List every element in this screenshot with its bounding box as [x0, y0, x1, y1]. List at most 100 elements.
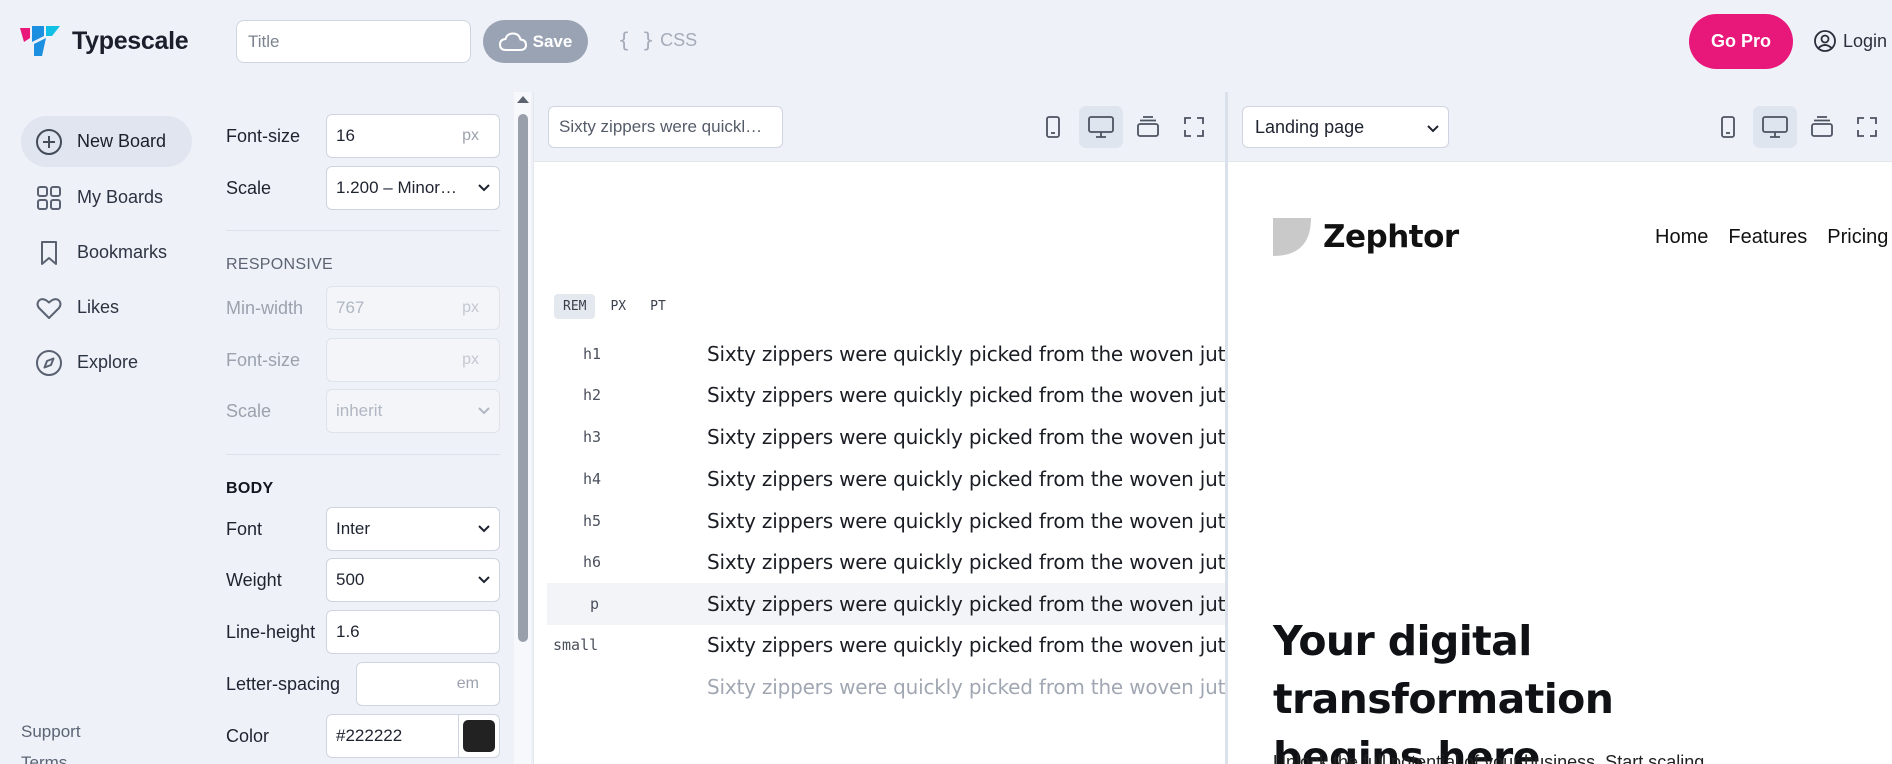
font-label: Font	[226, 518, 263, 539]
table-row[interactable]: h3 Sixty zippers were quickly picked fro…	[547, 416, 1225, 458]
login-button[interactable]: Login	[1813, 29, 1887, 53]
nav-explore[interactable]: Explore	[21, 337, 192, 388]
divider	[458, 715, 459, 757]
sample-text-input[interactable]: Sixty zippers were quickl…	[548, 106, 783, 148]
save-button[interactable]: Save	[483, 20, 588, 63]
tab-pt[interactable]: PT	[641, 294, 675, 319]
scrollbar-thumb[interactable]	[518, 114, 528, 642]
resp-font-size-label: Font-size	[226, 349, 301, 370]
site-nav-features[interactable]: Features	[1728, 226, 1807, 249]
terms-link[interactable]: Terms	[21, 753, 67, 764]
desktop-view-button[interactable]	[1753, 106, 1797, 148]
title-input[interactable]	[236, 20, 471, 63]
row-sample: Sixty zippers were quickly picked from t…	[707, 633, 1225, 657]
line-height-input[interactable]: 1.6	[326, 610, 500, 654]
nav-bookmarks[interactable]: Bookmarks	[21, 227, 192, 278]
scale-label: Scale	[226, 177, 272, 198]
desktop-icon	[1088, 116, 1114, 138]
desktop-view-button[interactable]	[1079, 106, 1123, 148]
expand-icon	[1184, 117, 1204, 137]
table-row[interactable]: h1 Sixty zippers were quickly picked fro…	[547, 333, 1225, 375]
chevron-down-icon	[478, 525, 490, 533]
nav-my-boards[interactable]: My Boards	[21, 172, 192, 223]
font-size-label: Font-size	[226, 125, 301, 146]
table-row[interactable]: h2 Sixty zippers were quickly picked fro…	[547, 374, 1225, 416]
tab-rem[interactable]: REM	[554, 294, 596, 319]
site-nav-pricing[interactable]: Pricing	[1827, 226, 1888, 249]
table-row[interactable]: small Sixty zippers were quickly picked …	[547, 624, 1225, 666]
nav-label: New Board	[77, 131, 167, 151]
user-circle-icon	[1814, 30, 1836, 52]
stack-view-button[interactable]	[1800, 106, 1844, 148]
weight-label: Weight	[226, 569, 282, 590]
table-row[interactable]: h5 Sixty zippers were quickly picked fro…	[547, 500, 1225, 542]
table-row[interactable]: h6 Sixty zippers were quickly picked fro…	[547, 541, 1225, 583]
font-size-row: Font-size 16 px	[226, 114, 500, 158]
nav-likes[interactable]: Likes	[21, 282, 192, 333]
row-sample: Sixty zippers were quickly picked from t…	[707, 342, 1225, 366]
row-sample: Sixty zippers were quickly picked from t…	[707, 425, 1225, 449]
typescale-logo-icon	[20, 26, 60, 56]
site-nav-home[interactable]: Home	[1655, 226, 1708, 249]
layers-icon	[1137, 116, 1159, 137]
nav-label: Bookmarks	[77, 242, 168, 262]
fullscreen-button[interactable]	[1172, 106, 1216, 148]
row-tag: h1	[583, 345, 602, 363]
color-input[interactable]: #222222	[326, 714, 500, 758]
layers-icon	[1811, 116, 1833, 137]
table-row[interactable]: h4 Sixty zippers were quickly picked fro…	[547, 458, 1225, 500]
color-row: Color #222222	[226, 714, 500, 758]
nav-new-board[interactable]: New Board	[21, 116, 192, 167]
mobile-icon	[1721, 116, 1735, 138]
desktop-icon	[1762, 116, 1788, 138]
support-link[interactable]: Support	[21, 722, 81, 742]
letter-spacing-row: Letter-spacing em	[226, 662, 500, 706]
css-button[interactable]: { } CSS	[618, 28, 697, 52]
scale-select[interactable]: 1.200 – Minor…	[326, 166, 500, 210]
table-row[interactable]: p Sixty zippers were quickly picked from…	[547, 583, 1225, 625]
stack-view-button[interactable]	[1126, 106, 1170, 148]
scroll-up-arrow-icon[interactable]	[517, 96, 529, 103]
type-scale-preview: Sixty zippers were quickl… REM PX PT h1 …	[533, 92, 1225, 764]
resp-scale-label: Scale	[226, 400, 272, 421]
weight-select[interactable]: 500	[326, 558, 500, 602]
mobile-icon	[1046, 116, 1060, 138]
grid-icon	[37, 185, 61, 210]
go-pro-button[interactable]: Go Pro	[1689, 14, 1793, 69]
unit-tabs: REM PX PT	[554, 294, 675, 319]
table-row[interactable]: Sixty zippers were quickly picked from t…	[547, 666, 1225, 708]
font-row: Font Inter	[226, 507, 500, 551]
heart-icon	[36, 297, 62, 319]
color-swatch[interactable]	[463, 720, 495, 752]
chevron-down-icon	[478, 184, 490, 192]
app-logo[interactable]: Typescale	[20, 26, 189, 56]
line-height-label: Line-height	[226, 621, 316, 642]
zephtor-logo-icon	[1273, 218, 1311, 256]
hero-heading: Your digital transformation begins here	[1273, 612, 1873, 764]
hero-subtitle: Unlock the full potential of your busine…	[1273, 752, 1705, 764]
hero-line: Your digital transformation	[1273, 617, 1614, 723]
landing-page-preview: Landing page Zephtor Home Features Prici…	[1228, 92, 1892, 764]
min-width-input[interactable]: 767 px	[326, 286, 500, 330]
settings-panel: Font-size 16 px Scale 1.200 – Minor… RES…	[226, 100, 500, 764]
tab-px[interactable]: PX	[601, 294, 635, 319]
cloud-icon	[498, 31, 527, 51]
row-sample: Sixty zippers were quickly picked from t…	[707, 467, 1225, 491]
letter-spacing-input[interactable]: em	[356, 662, 500, 706]
preview-toolbar: Landing page	[1228, 92, 1892, 162]
nav-label: My Boards	[77, 187, 164, 207]
mobile-view-button[interactable]	[1706, 106, 1750, 148]
fullscreen-button[interactable]	[1845, 106, 1889, 148]
line-height-row: Line-height 1.6	[226, 610, 500, 654]
site-brand[interactable]: Zephtor	[1273, 218, 1459, 256]
font-select[interactable]: Inter	[326, 507, 500, 551]
chevron-down-icon	[478, 407, 490, 415]
resp-font-size-input[interactable]: px	[326, 338, 500, 382]
font-size-input[interactable]: 16 px	[326, 114, 500, 158]
divider	[226, 230, 500, 231]
row-sample: Sixty zippers were quickly picked from t…	[707, 592, 1225, 616]
template-select[interactable]: Landing page	[1242, 106, 1449, 148]
resp-scale-select[interactable]: inherit	[326, 389, 500, 433]
mobile-view-button[interactable]	[1031, 106, 1075, 148]
row-sample: Sixty zippers were quickly picked from t…	[707, 550, 1225, 574]
